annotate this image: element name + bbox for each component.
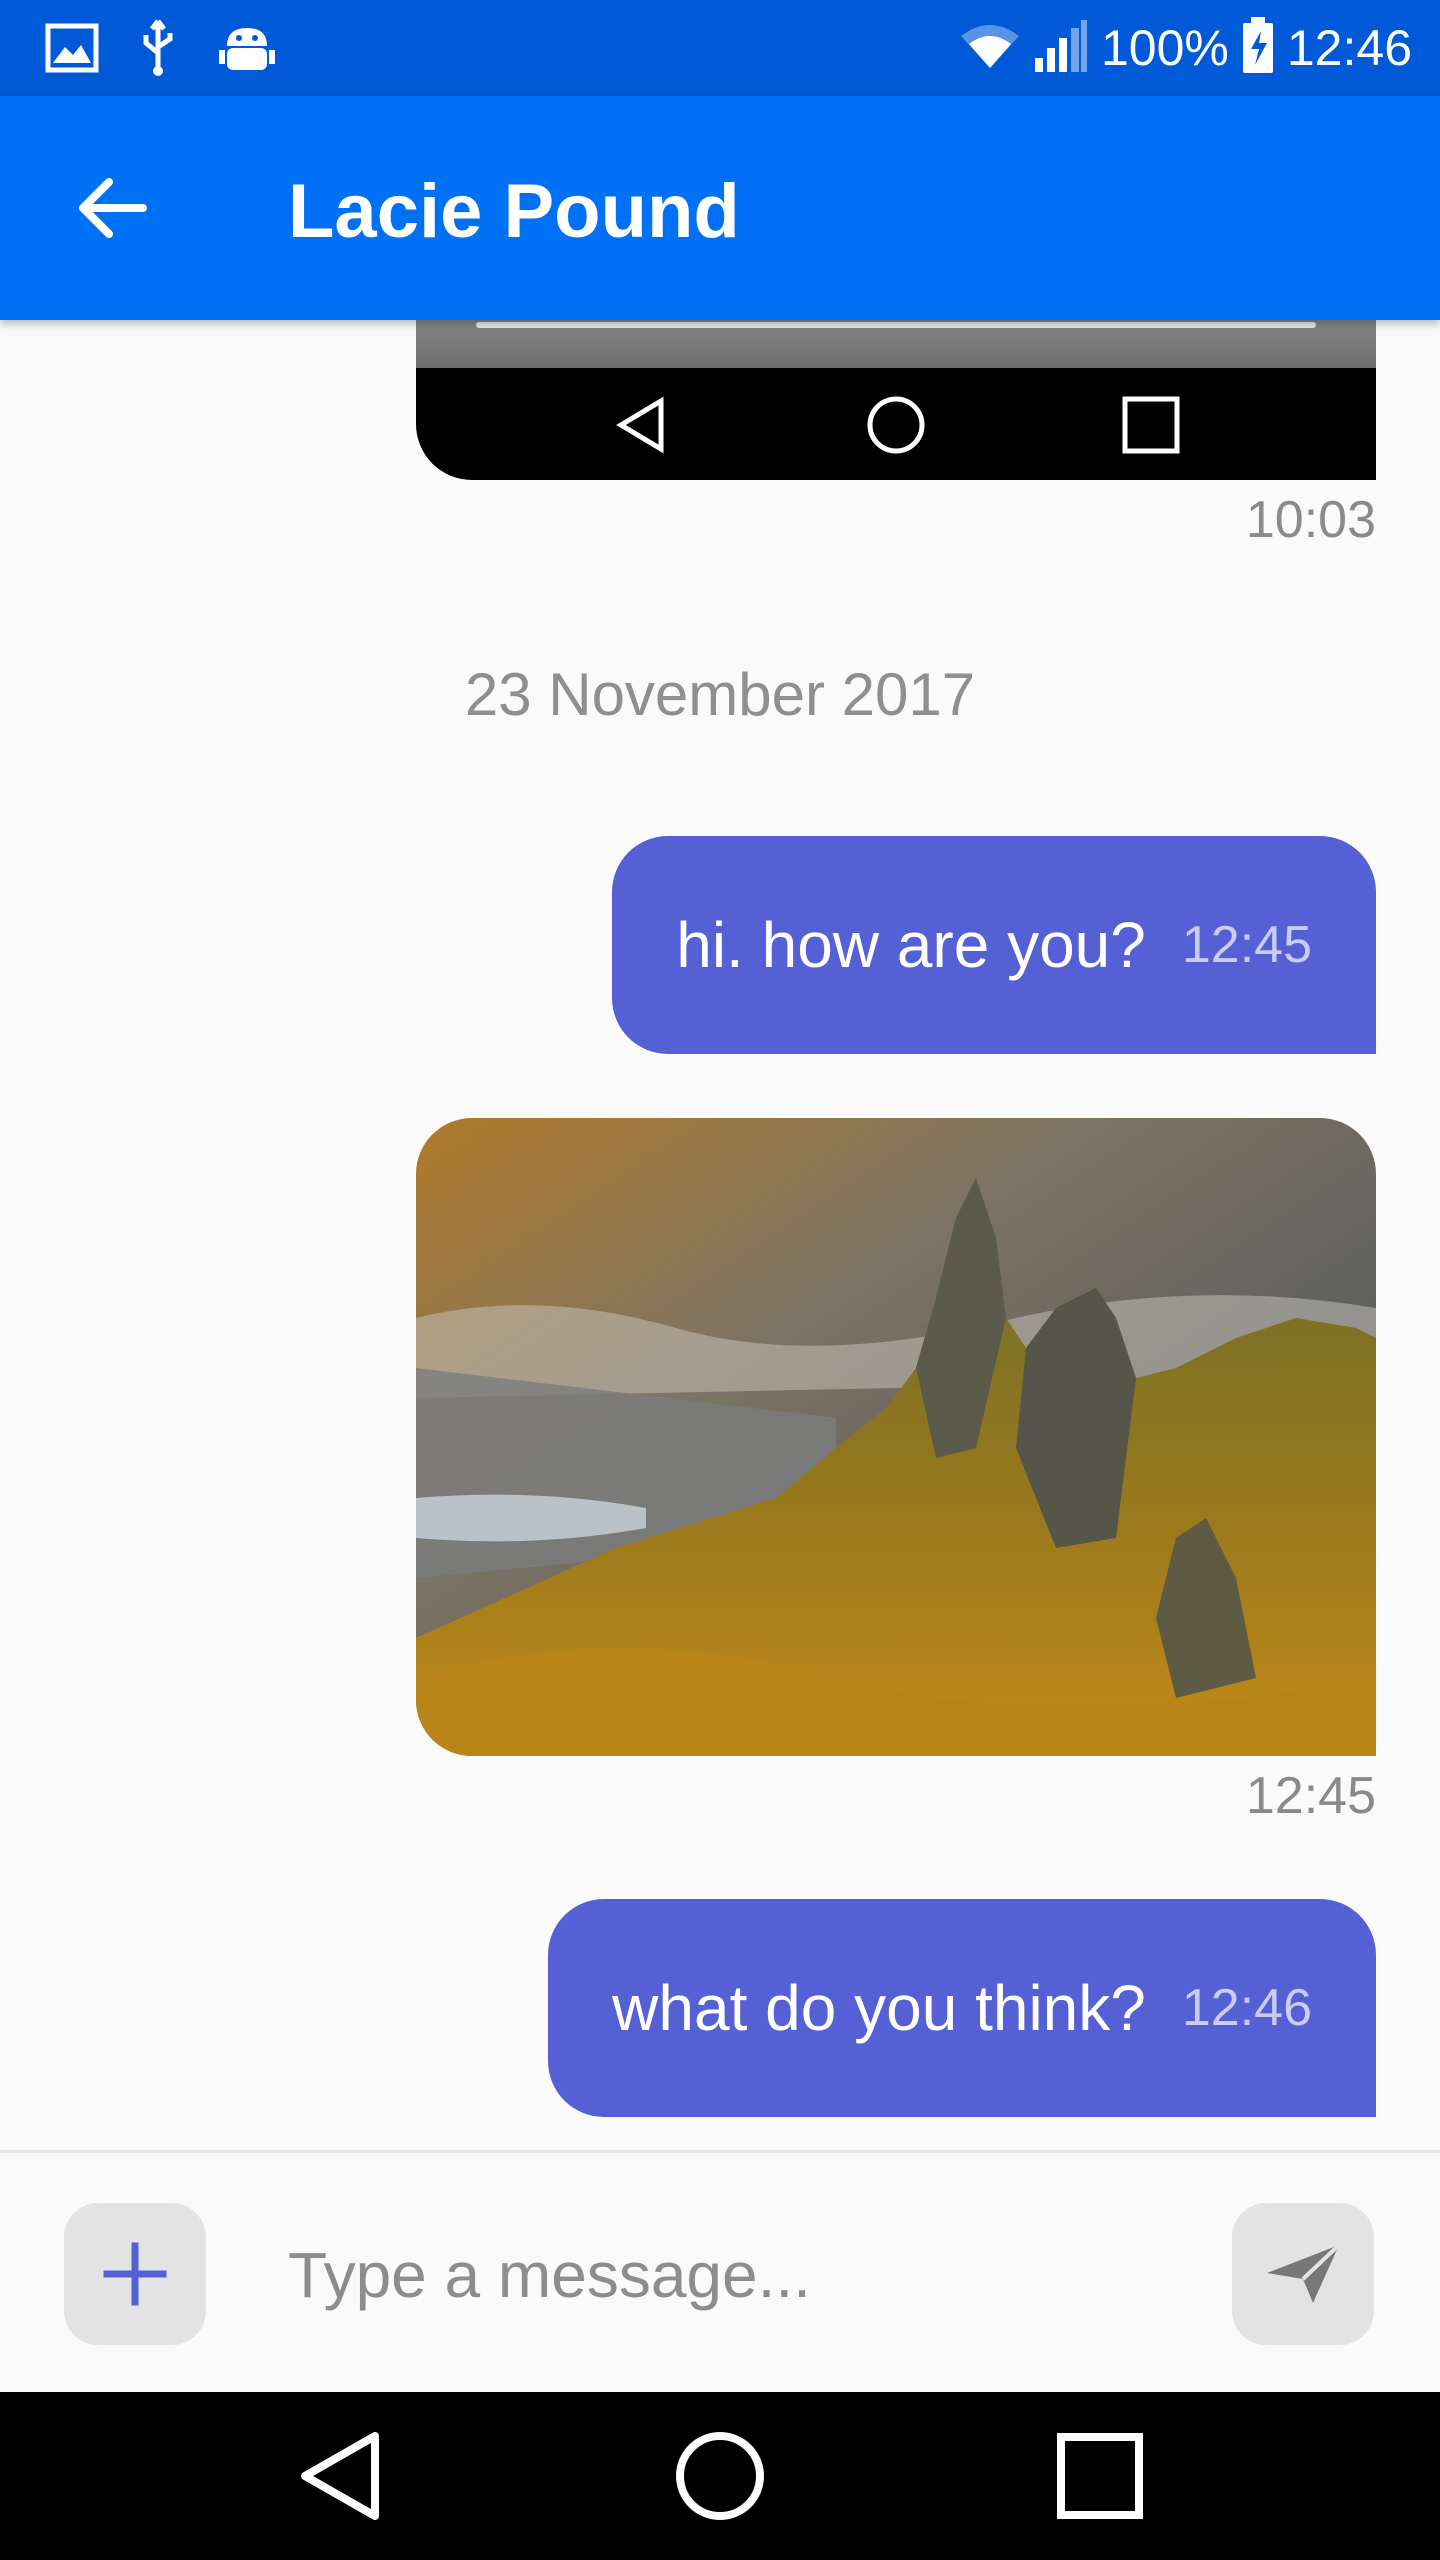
- arrow-left-icon: [79, 178, 147, 238]
- message-text: hi. how are you?: [676, 909, 1146, 981]
- image-message[interactable]: [416, 1118, 1376, 1756]
- send-button[interactable]: [1232, 2203, 1374, 2345]
- attach-button[interactable]: [64, 2203, 206, 2345]
- nav-recents-button[interactable]: [1040, 2416, 1160, 2536]
- previous-image-message[interactable]: [416, 320, 1376, 480]
- status-time: 12:46: [1286, 20, 1412, 76]
- mini-back-icon: [606, 390, 676, 460]
- outgoing-message-bubble[interactable]: hi. how are you? 12:45: [612, 836, 1376, 1054]
- message-time: 10:03: [1245, 491, 1376, 549]
- chat-title: Lacie Pound: [288, 169, 740, 254]
- date-separator: 23 November 2017: [464, 661, 976, 728]
- plus-icon: [103, 2242, 167, 2306]
- back-button[interactable]: [56, 152, 168, 264]
- message-input[interactable]: [288, 2213, 1188, 2337]
- outgoing-message-bubble[interactable]: what do you think? 12:46: [548, 1899, 1376, 2117]
- wifi-icon: [959, 22, 1021, 75]
- signal-icon: [1033, 18, 1089, 79]
- chat-area[interactable]: 10:03 23 November 2017 hi. how are you? …: [0, 320, 1440, 2150]
- app-bar: Lacie Pound: [0, 96, 1440, 320]
- message-time: 12:46: [1181, 1979, 1312, 2037]
- message-time: 12:45: [1181, 916, 1312, 974]
- nav-back-button[interactable]: [280, 2416, 400, 2536]
- status-bar: 100% 12:46: [0, 0, 1440, 96]
- image-icon: [44, 18, 100, 78]
- battery-charging-icon: [1241, 16, 1275, 80]
- system-navigation-bar: [0, 2392, 1440, 2560]
- send-icon: [1267, 2243, 1341, 2303]
- home-circle-icon: [676, 2432, 764, 2520]
- status-right-group: 100% 12:46: [959, 0, 1412, 96]
- battery-percent: 100%: [1100, 20, 1229, 76]
- message-time: 12:45: [1245, 1767, 1376, 1825]
- landscape-photo: [416, 1118, 1376, 1756]
- usb-icon: [138, 18, 178, 78]
- message-text: what do you think?: [612, 1972, 1146, 2044]
- message-composer: [0, 2150, 1440, 2392]
- android-debug-icon: [218, 18, 276, 78]
- mini-recents-icon: [1116, 390, 1186, 460]
- recents-square-icon: [1057, 2433, 1143, 2519]
- nav-home-button[interactable]: [660, 2416, 780, 2536]
- mini-home-icon: [861, 390, 931, 460]
- back-triangle-icon: [301, 2432, 379, 2520]
